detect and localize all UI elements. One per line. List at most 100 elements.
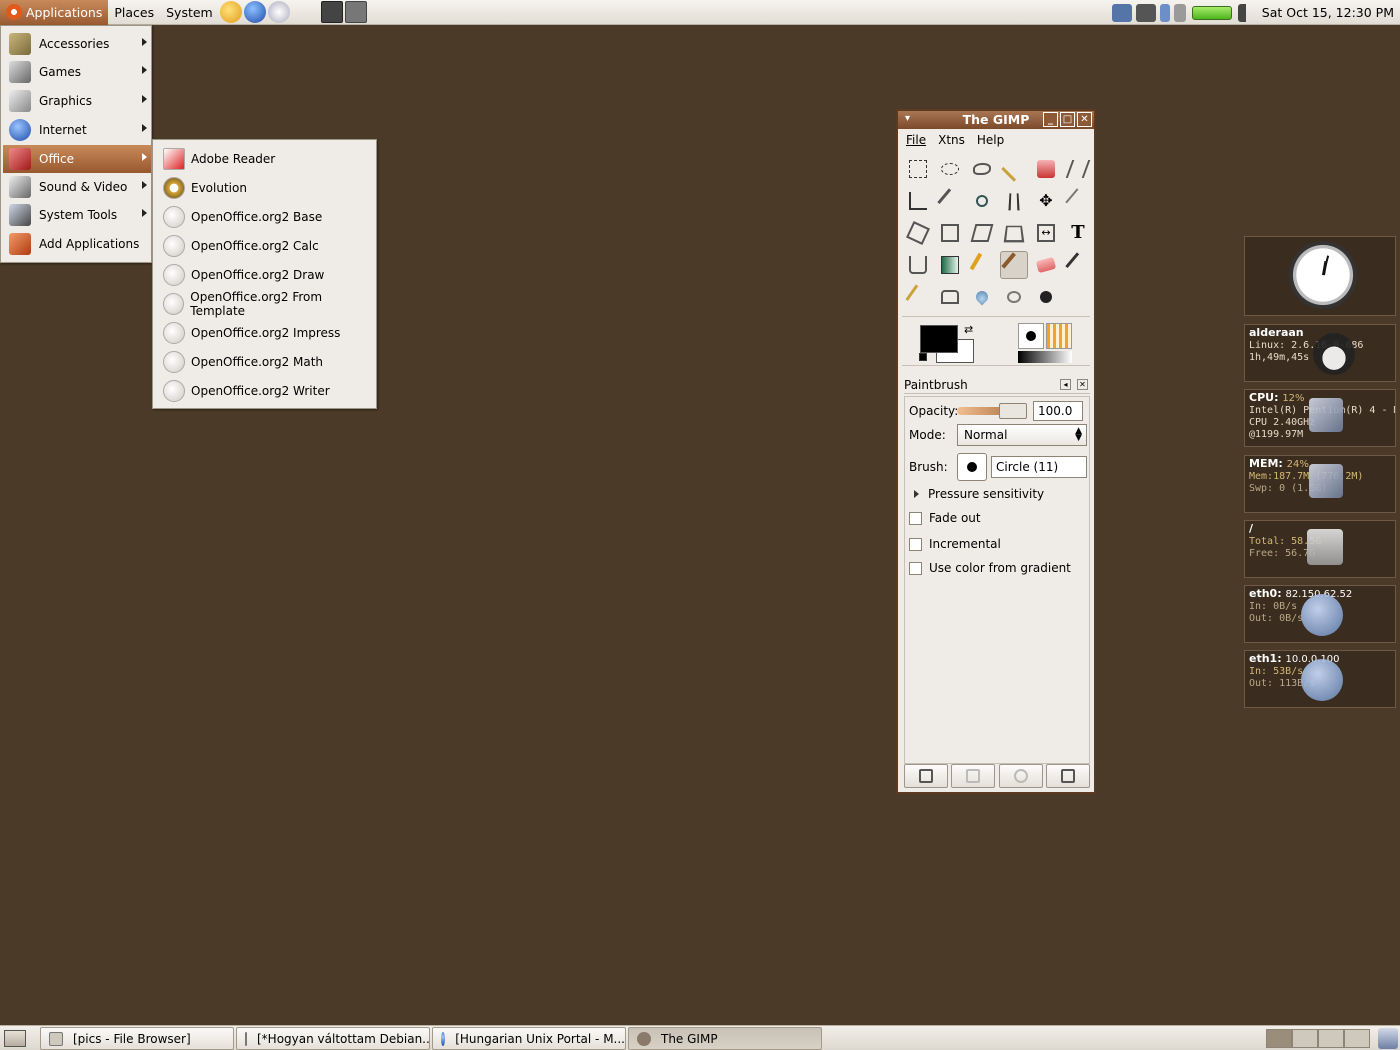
perspective-tool[interactable] — [1000, 219, 1028, 247]
submenu-item-oo-math[interactable]: OpenOffice.org2 Math — [155, 347, 374, 376]
submenu-item-adobe-reader[interactable]: Adobe Reader — [155, 144, 374, 173]
menu-help[interactable]: Help — [977, 133, 1004, 147]
active-gradient-preview[interactable] — [1018, 351, 1072, 363]
task-text-editor[interactable]: [*Hogyan váltottam Debian... — [236, 1027, 430, 1050]
menu-item-add-applications[interactable]: Add Applications — [3, 230, 151, 258]
airbrush-tool[interactable] — [1064, 251, 1092, 279]
zoom-tool[interactable] — [968, 187, 996, 215]
ink-tool[interactable] — [904, 283, 932, 311]
opacity-spinbox[interactable]: 100.0 — [1033, 401, 1083, 421]
fuzzy-select-tool[interactable] — [1000, 155, 1028, 183]
fade-out-option[interactable]: Fade out — [909, 511, 981, 525]
swap-colors-icon[interactable]: ⇄ — [964, 323, 973, 336]
blur-sharpen-tool[interactable] — [968, 283, 996, 311]
flip-tool[interactable]: ↔ — [1032, 219, 1060, 247]
measure-tool[interactable] — [1000, 187, 1028, 215]
save-options-button[interactable] — [904, 764, 948, 788]
opacity-slider-handle[interactable] — [999, 403, 1027, 419]
menu-item-graphics[interactable]: Graphics — [3, 87, 151, 115]
blend-tool[interactable] — [936, 251, 964, 279]
submenu-item-oo-impress[interactable]: OpenOffice.org2 Impress — [155, 318, 374, 347]
bucket-fill-tool[interactable] — [904, 251, 932, 279]
workspace-4[interactable] — [1344, 1029, 1370, 1048]
fade-out-checkbox[interactable] — [909, 511, 922, 525]
incremental-checkbox[interactable] — [909, 537, 922, 551]
menu-item-internet[interactable]: Internet — [3, 116, 151, 144]
submenu-item-oo-draw[interactable]: OpenOffice.org2 Draw — [155, 260, 374, 289]
menu-xtns[interactable]: Xtns — [938, 133, 965, 147]
system-menu[interactable]: System — [160, 0, 219, 25]
applications-menu[interactable]: Applications — [0, 0, 109, 25]
eraser-tool[interactable] — [1032, 251, 1060, 279]
rotate-tool[interactable] — [904, 219, 932, 247]
color-picker-tool[interactable] — [936, 187, 964, 215]
submenu-item-evolution[interactable]: Evolution — [155, 173, 374, 202]
paintbrush-tool[interactable] — [1000, 251, 1028, 279]
rect-select-tool[interactable] — [904, 155, 932, 183]
move-tool[interactable]: ✥ — [1032, 187, 1060, 215]
battery-icon[interactable] — [1191, 5, 1232, 20]
submenu-item-oo-template[interactable]: OpenOffice.org2 From Template — [155, 289, 374, 318]
show-desktop-button[interactable] — [4, 1030, 26, 1047]
use-color-from-gradient-checkbox[interactable] — [909, 561, 922, 575]
brush-select-button[interactable] — [957, 453, 987, 481]
default-colors-icon[interactable] — [919, 353, 927, 361]
workspace-2[interactable] — [1292, 1029, 1318, 1048]
menu-item-sound-video[interactable]: Sound & Video — [3, 173, 151, 201]
text-tool[interactable]: T — [1064, 219, 1092, 247]
workspace-3[interactable] — [1318, 1029, 1344, 1048]
dock-menu-icon[interactable]: ◂ — [1060, 379, 1071, 390]
active-pattern-preview[interactable] — [1046, 323, 1072, 349]
task-gimp[interactable]: The GIMP — [628, 1027, 822, 1050]
menu-item-system-tools[interactable]: System Tools — [3, 201, 151, 229]
pressure-sensitivity-expander[interactable]: Pressure sensitivity — [909, 487, 1044, 501]
submenu-item-oo-writer[interactable]: OpenOffice.org2 Writer — [155, 376, 374, 405]
close-button[interactable]: ✕ — [1077, 112, 1092, 127]
places-menu[interactable]: Places — [108, 0, 160, 25]
delete-options-button[interactable] — [998, 764, 1043, 788]
bluetooth-icon[interactable] — [1159, 3, 1170, 22]
menu-item-accessories[interactable]: Accessories — [3, 30, 151, 58]
mail-launcher-icon[interactable] — [267, 1, 290, 23]
task-web-browser[interactable]: [Hungarian Unix Portal - M... — [432, 1027, 626, 1050]
web-browser-launcher-icon[interactable] — [243, 1, 266, 23]
trash-icon[interactable] — [1378, 1028, 1398, 1049]
use-color-from-gradient-option[interactable]: Use color from gradient — [909, 561, 1071, 575]
scale-tool[interactable] — [936, 219, 964, 247]
power-plug-icon[interactable] — [1173, 3, 1186, 22]
ellipse-select-tool[interactable] — [936, 155, 964, 183]
window-title-bar[interactable]: The GIMP ▾ _ □ ✕ — [898, 111, 1094, 129]
maximize-button[interactable]: □ — [1060, 112, 1075, 127]
crop-tool[interactable] — [1064, 187, 1092, 215]
workspace-1[interactable] — [1266, 1029, 1292, 1048]
submenu-item-oo-calc[interactable]: OpenOffice.org2 Calc — [155, 231, 374, 260]
menu-item-office[interactable]: Office — [3, 145, 151, 173]
paths-tool[interactable] — [904, 187, 932, 215]
submenu-item-oo-base[interactable]: OpenOffice.org2 Base — [155, 202, 374, 231]
opacity-slider[interactable] — [957, 403, 1027, 419]
task-file-browser[interactable]: [pics - File Browser] — [40, 1027, 234, 1050]
network-manager-icon[interactable] — [1111, 3, 1132, 22]
free-select-tool[interactable] — [968, 155, 996, 183]
dock-close-icon[interactable]: ✕ — [1077, 379, 1088, 390]
clone-tool[interactable] — [936, 283, 964, 311]
home-folder-launcher-icon[interactable] — [344, 1, 367, 23]
foreground-color-swatch[interactable] — [920, 325, 958, 353]
dodge-burn-tool[interactable] — [1032, 283, 1060, 311]
menu-file[interactable]: File — [906, 133, 926, 147]
scissors-tool[interactable] — [1064, 155, 1092, 183]
mode-combobox[interactable]: Normal ▲ ▼ — [957, 424, 1087, 446]
display-icon[interactable] — [1135, 3, 1156, 22]
volume-icon[interactable] — [1237, 3, 1252, 22]
incremental-option[interactable]: Incremental — [909, 537, 1001, 551]
smudge-tool[interactable] — [1000, 283, 1028, 311]
select-by-color-tool[interactable] — [1032, 155, 1060, 183]
pencil-tool[interactable] — [968, 251, 996, 279]
restore-options-button[interactable] — [951, 764, 996, 788]
reset-options-button[interactable] — [1045, 764, 1090, 788]
menu-item-games[interactable]: Games — [3, 58, 151, 86]
smiley-launcher-icon[interactable] — [219, 1, 242, 23]
active-brush-preview[interactable] — [1018, 323, 1044, 349]
terminal-launcher-icon[interactable] — [320, 1, 343, 23]
minimize-button[interactable]: _ — [1043, 112, 1058, 127]
